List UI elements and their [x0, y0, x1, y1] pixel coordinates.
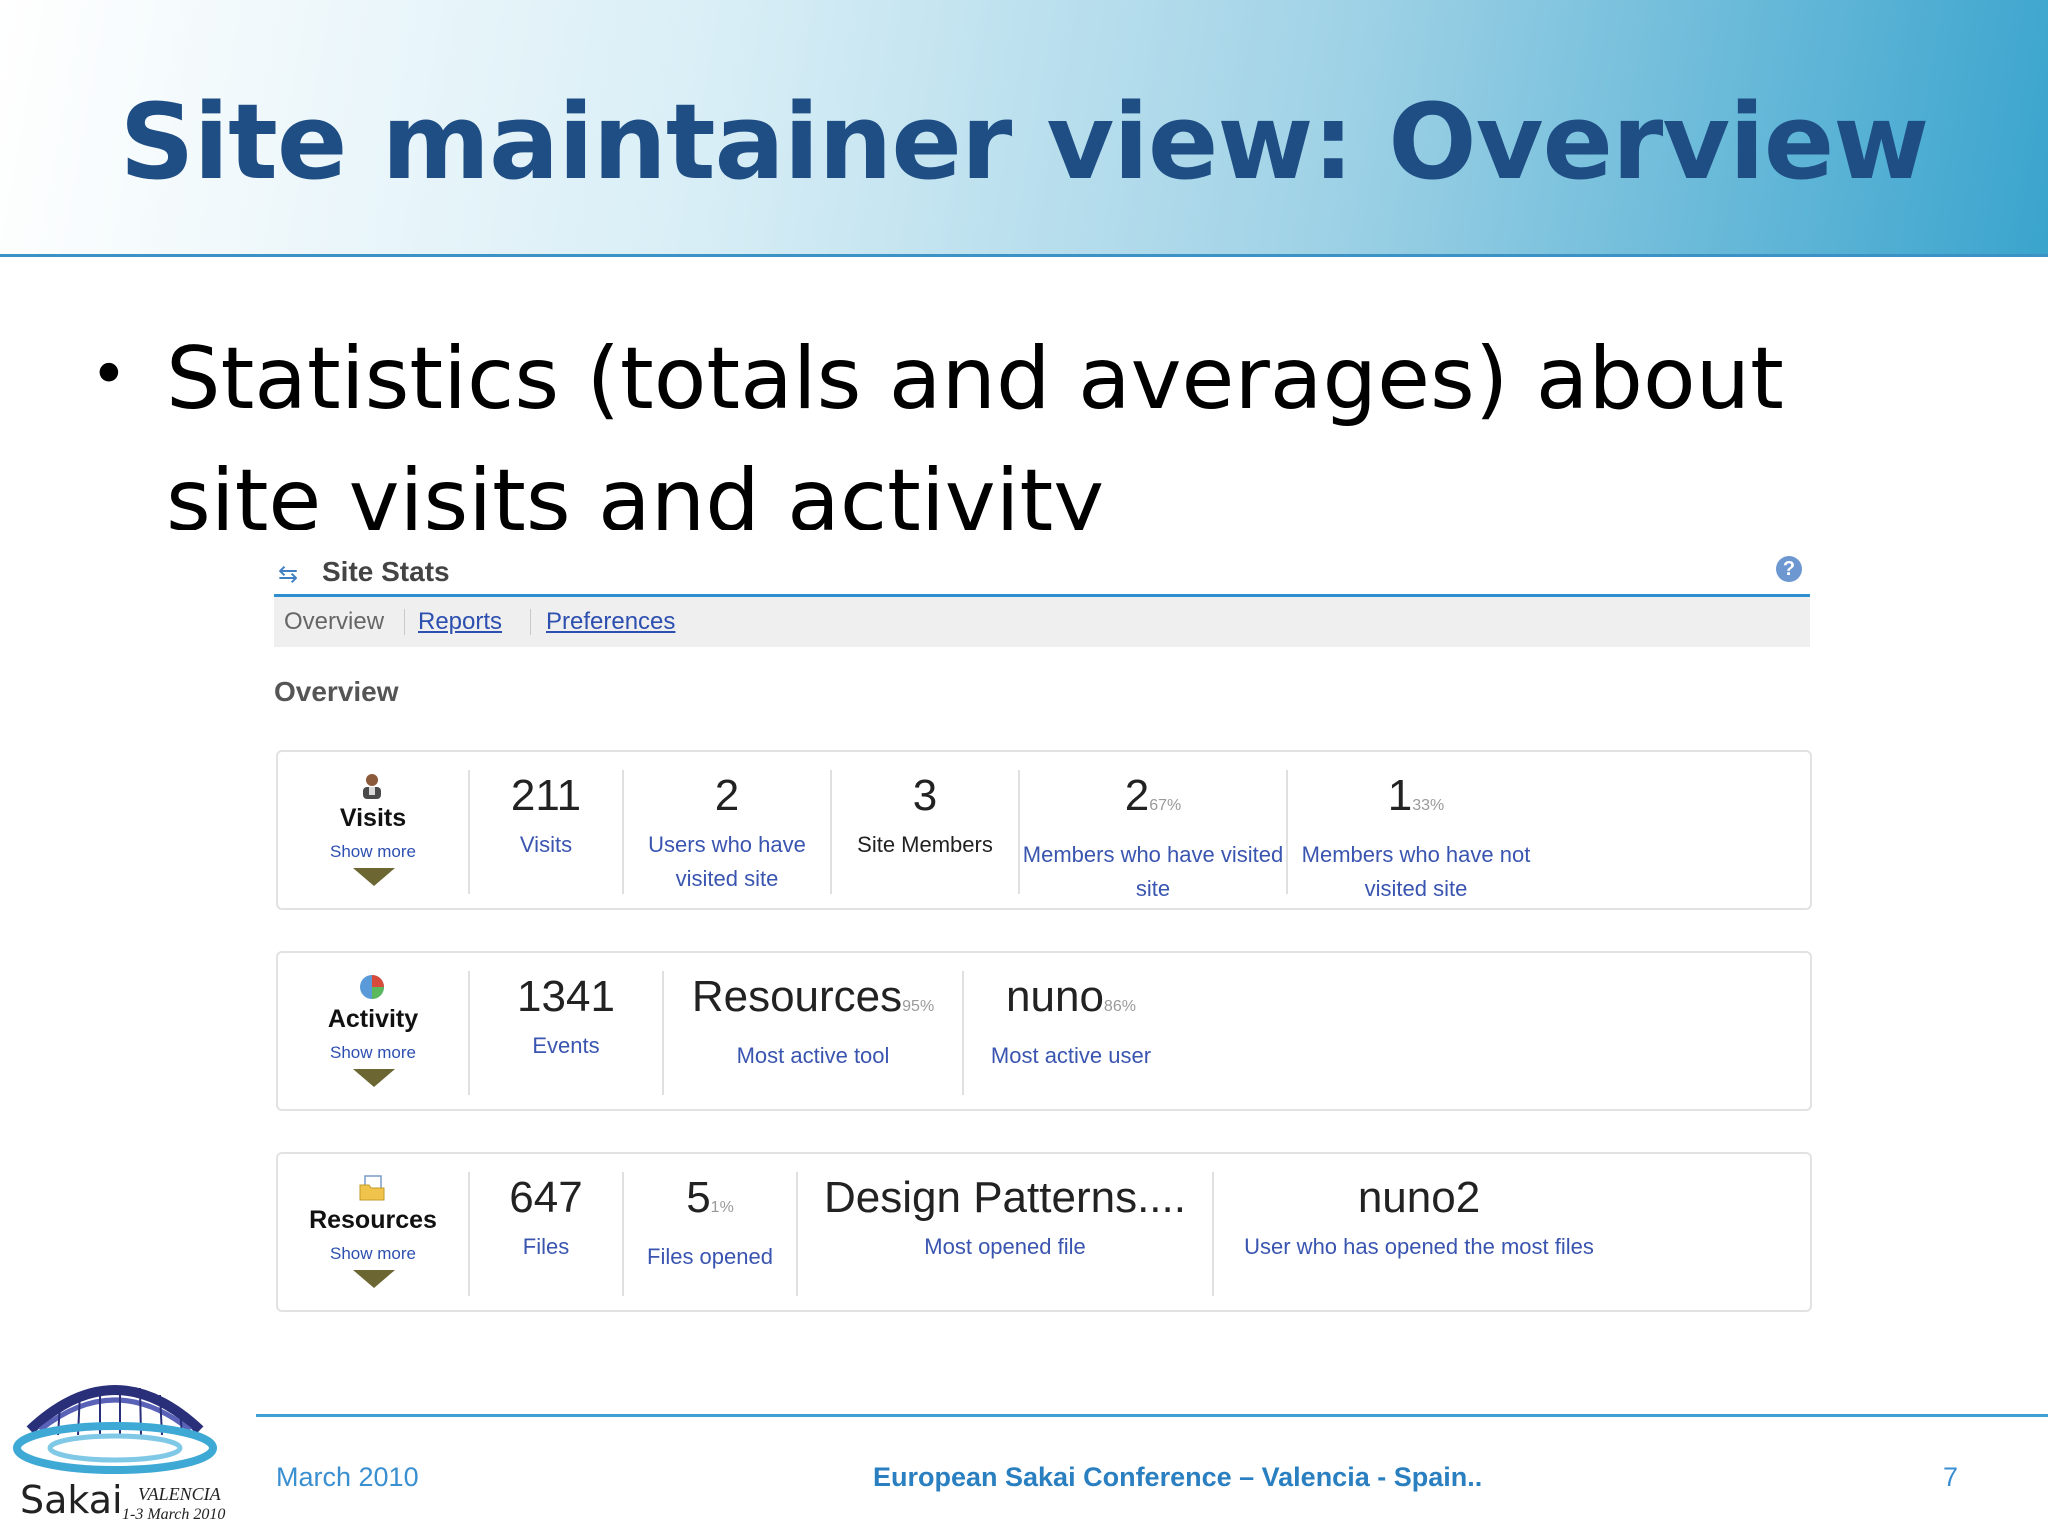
tool-header: ⇆ Site Stats ? [274, 548, 1810, 597]
stat-value: 3 [912, 771, 938, 820]
stat-most-active-user: nuno86% Most active user [964, 969, 1178, 1073]
activity-lead: Activity Show more [278, 953, 468, 1109]
refresh-arrows-icon[interactable]: ⇆ [278, 560, 298, 589]
stat-users-visited: 2 Users who have visited site [624, 768, 830, 896]
expand-arrow-icon[interactable] [353, 868, 395, 886]
stat-site-members: 3 Site Members [832, 768, 1018, 862]
stat-value: 2 [1124, 771, 1150, 820]
resources-summary-box: Resources Show more 647 Files 51% Files … [276, 1152, 1812, 1312]
stat-files: 647 Files [470, 1170, 622, 1264]
nav-divider [530, 609, 531, 635]
visits-lead: Visits Show more [278, 752, 468, 908]
conference-logo: Sakai VALENCIA 1-3 March 2010 [10, 1360, 250, 1530]
stat-percent: 67% [1149, 797, 1182, 814]
stat-value: 2 [714, 771, 740, 820]
conference-logo-graphic [13, 1385, 217, 1474]
stat-value: Design Patterns.... [824, 1173, 1186, 1222]
stat-members-visited: 267% Members who have visited site [1020, 768, 1286, 906]
logo-dates: 1-3 March 2010 [122, 1506, 226, 1523]
stat-events: 1341 Events [470, 969, 662, 1063]
resources-lead: Resources Show more [278, 1154, 468, 1310]
nav-divider [404, 609, 405, 635]
resources-show-more-link[interactable]: Show more [278, 1244, 468, 1264]
stat-top-file-user: nuno2 User who has opened the most files [1214, 1170, 1624, 1264]
stat-label: Members who have not visited site [1301, 842, 1531, 901]
visits-title: Visits [339, 804, 407, 832]
user-icon [363, 774, 381, 799]
footer-rule [256, 1414, 2048, 1417]
visits-summary-box: Visits Show more 211 Visits 2 Users who … [276, 750, 1812, 910]
stat-label: Events [532, 1033, 600, 1058]
stat-label: Files [522, 1234, 570, 1259]
stat-label: Site Members [857, 832, 993, 857]
title-underline [0, 254, 2048, 257]
bullet-marker: • [90, 338, 128, 412]
slide-number: 7 [1943, 1462, 1959, 1492]
stat-members-not-visited: 133% Members who have not visited site [1288, 768, 1544, 906]
stat-value: Resources [691, 972, 903, 1021]
stat-percent: 86% [1103, 998, 1136, 1015]
stat-percent: 1% [710, 1199, 734, 1216]
stat-label: Visits [519, 832, 573, 857]
stat-value: 647 [509, 1173, 583, 1222]
stat-label: Files opened [647, 1244, 773, 1269]
stat-label: User who has opened the most files [1244, 1234, 1594, 1259]
activity-summary-box: Activity Show more 1341 Events Resources… [276, 951, 1812, 1111]
tool-nav-bar: Overview Reports Preferences [274, 597, 1810, 647]
expand-arrow-icon[interactable] [353, 1069, 395, 1087]
pie-chart-icon [360, 975, 384, 999]
stat-value: 1341 [517, 972, 615, 1021]
expand-arrow-icon[interactable] [353, 1270, 395, 1288]
stat-label: Members who have visited site [1022, 842, 1284, 901]
stat-value: 211 [510, 771, 582, 820]
stat-value: 5 [686, 1173, 711, 1222]
help-icon[interactable]: ? [1776, 556, 1802, 582]
nav-reports-link[interactable]: Reports [418, 597, 502, 647]
nav-preferences-link[interactable]: Preferences [546, 597, 675, 647]
tool-title: Site Stats [322, 556, 450, 587]
stat-most-opened-file: Design Patterns.... Most opened file [798, 1170, 1212, 1264]
folder-icon [359, 1175, 385, 1201]
stat-label: Most active tool [736, 1043, 890, 1068]
stat-label: Most active user [990, 1043, 1152, 1068]
logo-wordmark: Sakai [20, 1478, 123, 1522]
logo-city: VALENCIA [138, 1484, 221, 1504]
slide-title: Site maintainer view: Overview [119, 81, 1930, 203]
stat-value: nuno [1006, 972, 1104, 1021]
visits-show-more-link[interactable]: Show more [278, 842, 468, 862]
site-stats-screenshot: ⇆ Site Stats ? Overview Reports Preferen… [272, 548, 1812, 1318]
bullet-text: Statistics (totals and averages) about s… [166, 329, 1784, 530]
stat-percent: 95% [902, 998, 935, 1015]
stat-value: 1 [1387, 771, 1413, 820]
stat-files-opened: 51% Files opened [624, 1170, 796, 1274]
stat-most-active-tool: Resources95% Most active tool [664, 969, 962, 1073]
section-heading: Overview [274, 676, 399, 707]
stat-value: nuno2 [1357, 1173, 1481, 1222]
stat-label: Most opened file [924, 1234, 1086, 1259]
stat-visits: 211 Visits [470, 768, 622, 862]
stat-percent: 33% [1412, 797, 1445, 814]
footer-conference: European Sakai Conference – Valencia - S… [873, 1462, 1483, 1492]
footer-date: March 2010 [276, 1462, 419, 1492]
resources-title: Resources [309, 1206, 437, 1234]
stat-label: Users who have visited site [648, 832, 806, 891]
activity-title: Activity [327, 1005, 419, 1033]
nav-overview: Overview [284, 608, 385, 635]
activity-show-more-link[interactable]: Show more [278, 1043, 468, 1063]
